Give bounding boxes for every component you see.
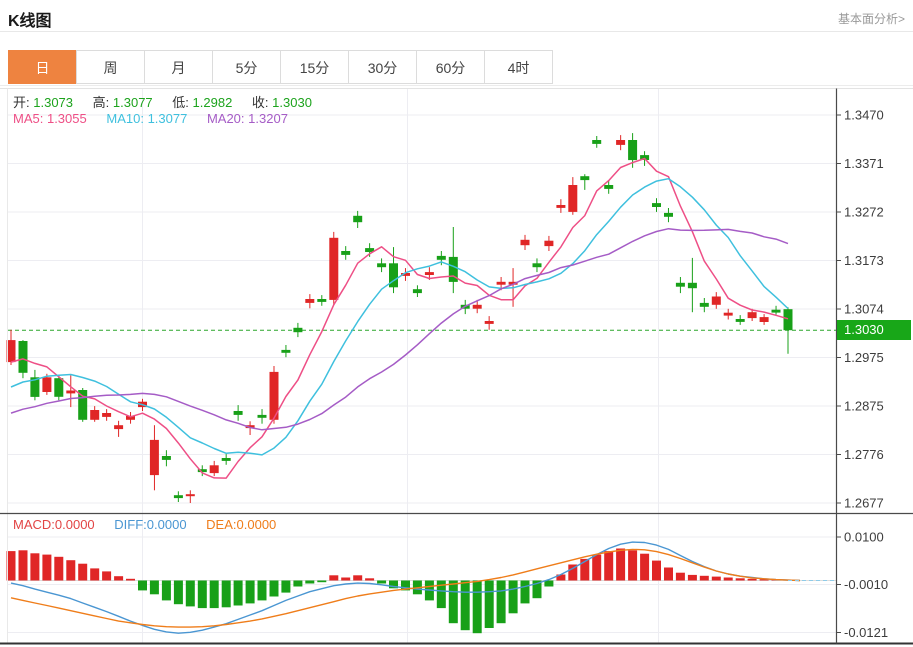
tab-30min[interactable]: 30分: [348, 50, 417, 84]
kline-page: K线图 基本面分析> 日 周 月 5分 15分 30分 60分 4时 1.347…: [0, 0, 913, 647]
tab-month[interactable]: 月: [144, 50, 213, 84]
tab-week[interactable]: 周: [76, 50, 145, 84]
ma10-label: MA10:: [106, 111, 144, 126]
diff-label: DIFF:: [114, 517, 147, 532]
macd-axis-labels: 0.0100 -0.0010 -0.0121: [836, 530, 888, 641]
kline-macd-chart[interactable]: 1.3470 1.3371 1.3272 1.3173 1.3074 1.2975 1.28…: [0, 88, 913, 647]
dea-value: 0.0000: [237, 517, 277, 532]
svg-text:-0.0121: -0.0121: [844, 625, 888, 640]
svg-text:1.2677: 1.2677: [844, 496, 884, 511]
macd-histogram-layer: [7, 549, 793, 634]
diff-value: 0.0000: [147, 517, 187, 532]
dea-label: DEA:: [206, 517, 236, 532]
low-value: 1.2982: [193, 95, 233, 110]
svg-text:1.2875: 1.2875: [844, 399, 884, 414]
ma5-value: 1.3055: [47, 111, 87, 126]
price-axis-labels: 1.3470 1.3371 1.3272 1.3173 1.3074 1.2975 1.28…: [836, 108, 884, 511]
last-price-badge: 1.3030: [837, 320, 911, 340]
title-divider: [0, 31, 913, 32]
ma10-value: 1.3077: [148, 111, 188, 126]
tab-day[interactable]: 日: [8, 50, 77, 84]
ma5-label: MA5:: [13, 111, 43, 126]
macd-value: 0.0000: [55, 517, 95, 532]
tab-60min[interactable]: 60分: [416, 50, 485, 84]
tab-4hour[interactable]: 4时: [484, 50, 553, 84]
close-label: 收:: [252, 95, 269, 110]
period-tabbar: 日 周 月 5分 15分 30分 60分 4时: [8, 50, 553, 84]
tab-15min[interactable]: 15分: [280, 50, 349, 84]
svg-text:1.3470: 1.3470: [844, 108, 884, 123]
svg-text:0.0100: 0.0100: [844, 530, 884, 545]
svg-text:1.3272: 1.3272: [844, 205, 884, 220]
tabbar-underline: [0, 85, 913, 86]
ma20-label: MA20:: [207, 111, 245, 126]
svg-text:1.3074: 1.3074: [844, 302, 884, 317]
macd-legend: MACD:0.0000 DIFF:0.0000 DEA:0.0000: [13, 517, 292, 532]
svg-text:1.2776: 1.2776: [844, 447, 884, 462]
ma20-value: 1.3207: [248, 111, 288, 126]
page-title: K线图: [8, 7, 52, 31]
ma-legend: MA5: 1.3055 MA10: 1.3077 MA20: 1.3207: [13, 111, 304, 126]
open-value: 1.3073: [33, 95, 73, 110]
open-label: 开:: [13, 95, 30, 110]
high-label: 高:: [93, 95, 110, 110]
ohlc-legend: 开: 1.3073 高: 1.3077 低: 1.2982 收: 1.3030: [13, 92, 328, 111]
svg-text:1.3173: 1.3173: [844, 253, 884, 268]
close-value: 1.3030: [272, 95, 312, 110]
tab-5min[interactable]: 5分: [212, 50, 281, 84]
low-label: 低:: [172, 95, 189, 110]
fundamental-analysis-link[interactable]: 基本面分析>: [838, 10, 905, 27]
high-value: 1.3077: [113, 95, 153, 110]
macd-label: MACD:: [13, 517, 55, 532]
candles-layer: [7, 133, 793, 503]
svg-text:1.3371: 1.3371: [844, 156, 884, 171]
svg-text:1.2975: 1.2975: [844, 350, 884, 365]
svg-text:-0.0010: -0.0010: [844, 577, 888, 592]
